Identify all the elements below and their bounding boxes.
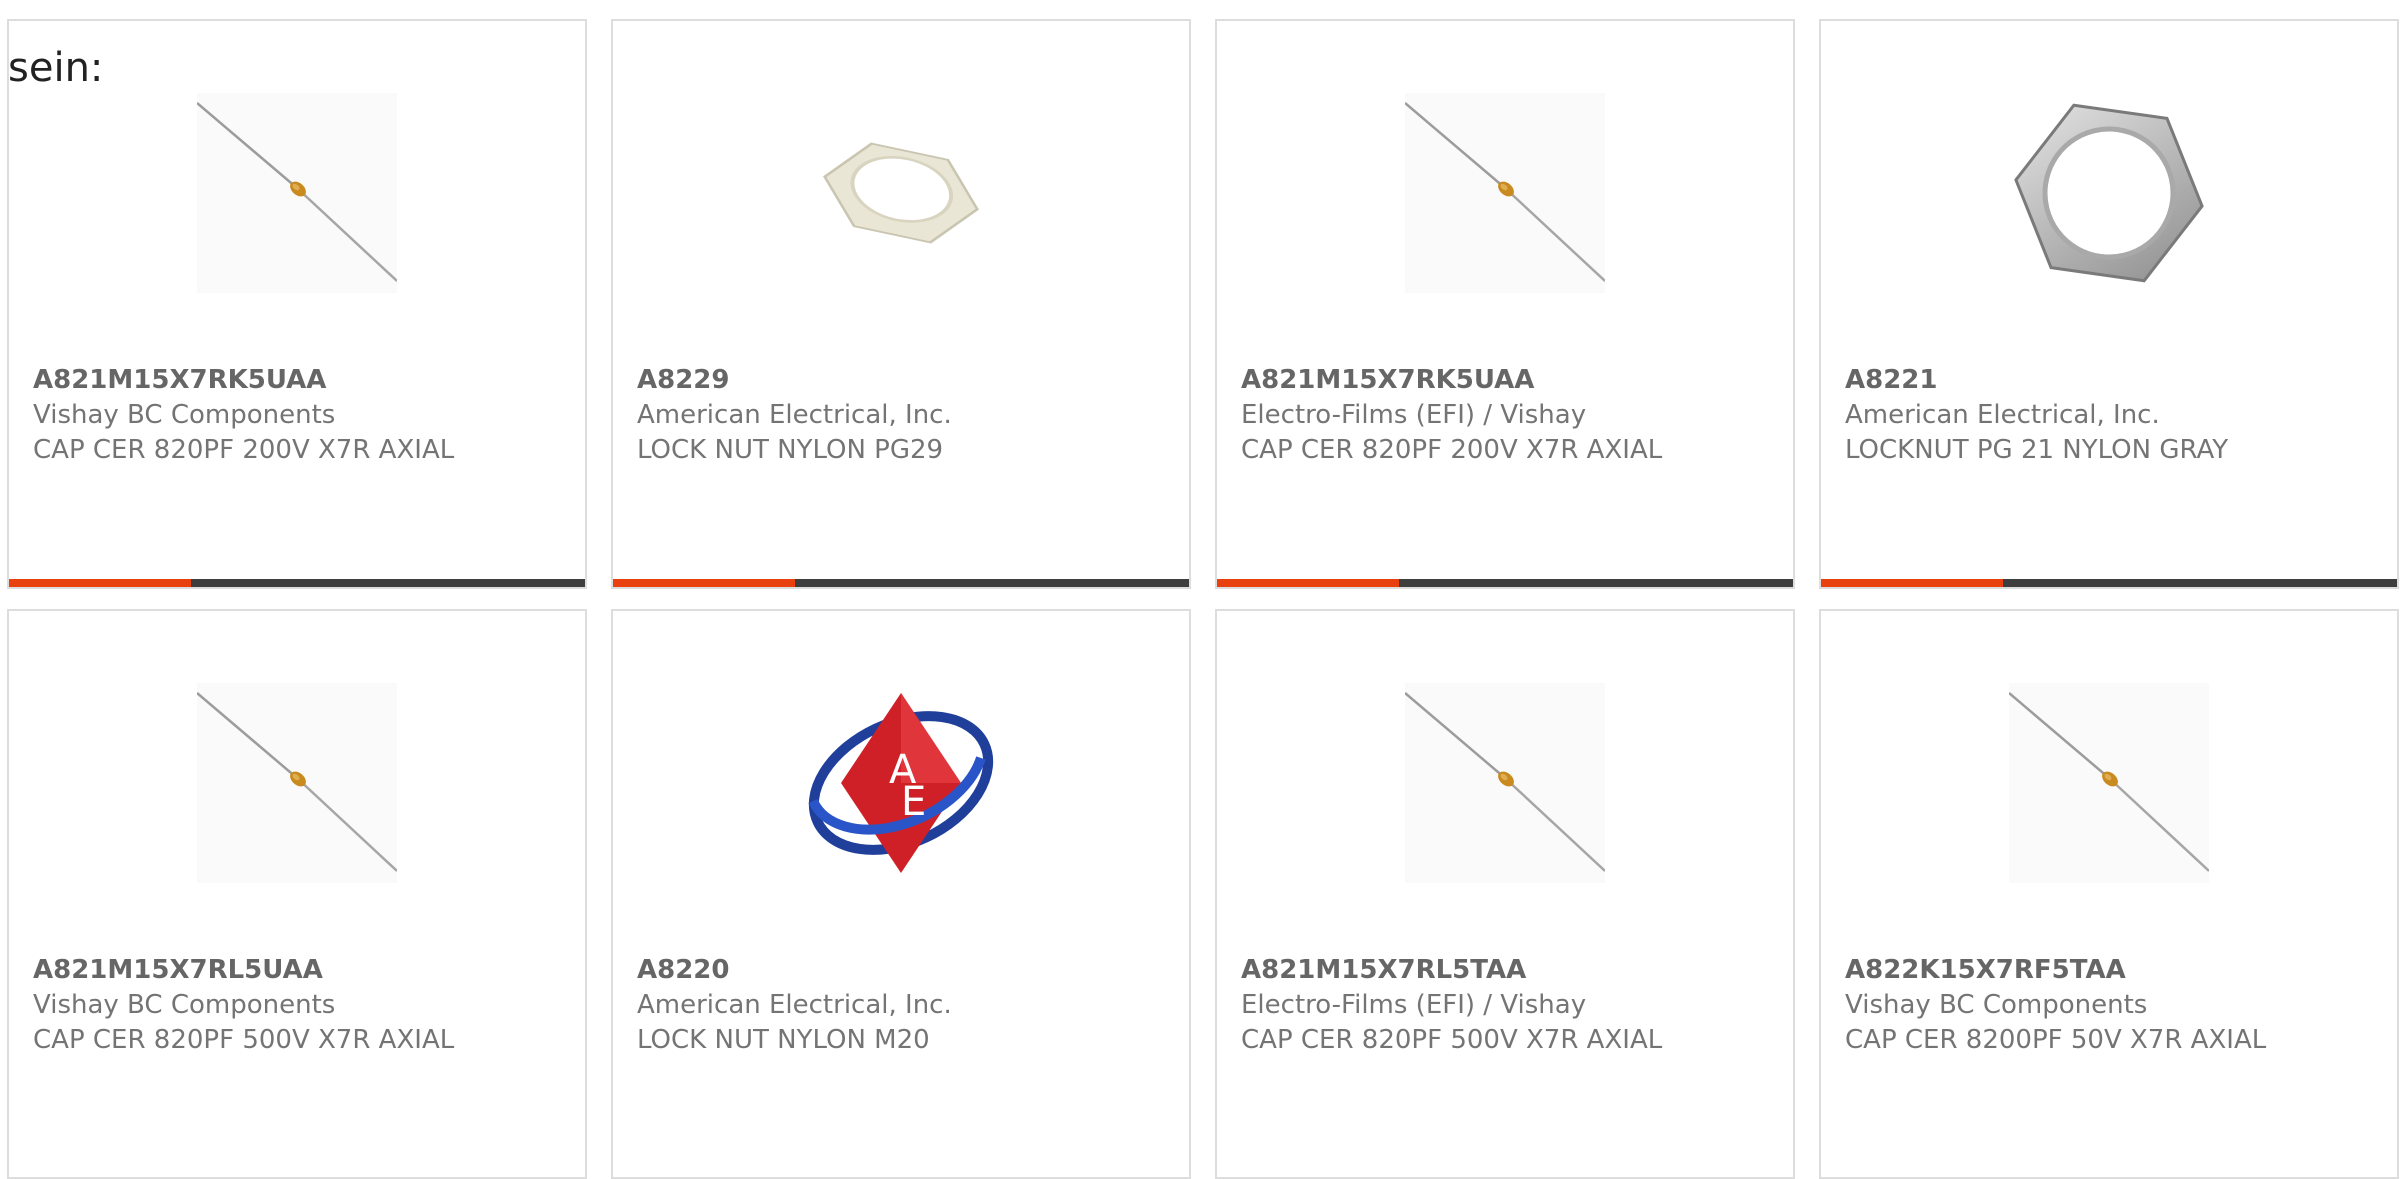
card-accent-bar <box>1821 579 2003 587</box>
product-info: A821M15X7RK5UAA Vishay BC Components CAP… <box>33 363 569 468</box>
product-image[interactable] <box>197 93 397 293</box>
intro-text: sein: <box>8 45 104 91</box>
description: CAP CER 820PF 200V X7R AXIAL <box>1241 435 1663 465</box>
card-footer-bar <box>613 579 1189 587</box>
product-card[interactable]: A821M15X7RL5UAA Vishay BC Components CAP… <box>7 609 587 1179</box>
part-number[interactable]: A8220 <box>637 953 1173 988</box>
card-accent-bar <box>613 579 795 587</box>
product-info: A822K15X7RF5TAA Vishay BC Components CAP… <box>1845 953 2381 1058</box>
description: LOCK NUT NYLON PG29 <box>637 435 944 465</box>
product-image[interactable] <box>197 683 397 883</box>
product-card[interactable]: A821M15X7RK5UAA Vishay BC Components CAP… <box>7 19 587 589</box>
product-card[interactable]: A8221 American Electrical, Inc. LOCKNUT … <box>1819 19 2399 589</box>
manufacturer: American Electrical, Inc. <box>1845 400 2160 430</box>
product-card[interactable]: A821M15X7RK5UAA Electro-Films (EFI) / Vi… <box>1215 19 1795 589</box>
svg-text:E: E <box>901 779 926 825</box>
manufacturer: Electro-Films (EFI) / Vishay <box>1241 990 1587 1020</box>
description: CAP CER 820PF 500V X7R AXIAL <box>33 1025 455 1055</box>
part-number[interactable]: A822K15X7RF5TAA <box>1845 953 2381 988</box>
part-number[interactable]: A821M15X7RL5TAA <box>1241 953 1777 988</box>
product-info: A821M15X7RL5TAA Electro-Films (EFI) / Vi… <box>1241 953 1777 1058</box>
description: CAP CER 8200PF 50V X7R AXIAL <box>1845 1025 2267 1055</box>
card-accent-bar <box>9 579 191 587</box>
card-footer-bar <box>9 579 585 587</box>
product-info: A821M15X7RL5UAA Vishay BC Components CAP… <box>33 953 569 1058</box>
description: LOCK NUT NYLON M20 <box>637 1025 930 1055</box>
part-number[interactable]: A8221 <box>1845 363 2381 398</box>
manufacturer: Vishay BC Components <box>33 400 336 430</box>
product-image[interactable] <box>1405 93 1605 293</box>
part-number[interactable]: A821M15X7RK5UAA <box>33 363 569 398</box>
manufacturer: American Electrical, Inc. <box>637 400 952 430</box>
product-info: A8229 American Electrical, Inc. LOCK NUT… <box>637 363 1173 468</box>
product-card[interactable]: AE A8220 American Electrical, Inc. LOCK … <box>611 609 1191 1179</box>
description: LOCKNUT PG 21 NYLON GRAY <box>1845 435 2229 465</box>
product-card[interactable]: A821M15X7RL5TAA Electro-Films (EFI) / Vi… <box>1215 609 1795 1179</box>
card-footer-bar <box>1821 579 2397 587</box>
product-image[interactable] <box>2009 683 2209 883</box>
manufacturer: Vishay BC Components <box>1845 990 2148 1020</box>
part-number[interactable]: A821M15X7RL5UAA <box>33 953 569 988</box>
part-number[interactable]: A8229 <box>637 363 1173 398</box>
product-card[interactable]: A822K15X7RF5TAA Vishay BC Components CAP… <box>1819 609 2399 1179</box>
manufacturer: American Electrical, Inc. <box>637 990 952 1020</box>
product-card[interactable]: A8229 American Electrical, Inc. LOCK NUT… <box>611 19 1191 589</box>
manufacturer: Vishay BC Components <box>33 990 336 1020</box>
product-image[interactable]: AE <box>801 683 1001 883</box>
manufacturer: Electro-Films (EFI) / Vishay <box>1241 400 1587 430</box>
card-footer-bar <box>1217 579 1793 587</box>
product-info: A821M15X7RK5UAA Electro-Films (EFI) / Vi… <box>1241 363 1777 468</box>
product-info: A8220 American Electrical, Inc. LOCK NUT… <box>637 953 1173 1058</box>
product-grid: A821M15X7RK5UAA Vishay BC Components CAP… <box>7 19 2399 1179</box>
description: CAP CER 820PF 200V X7R AXIAL <box>33 435 455 465</box>
card-accent-bar <box>1217 579 1399 587</box>
product-image[interactable] <box>1405 683 1605 883</box>
part-number[interactable]: A821M15X7RK5UAA <box>1241 363 1777 398</box>
product-image[interactable] <box>2009 93 2209 293</box>
product-image[interactable] <box>801 93 1001 293</box>
product-info: A8221 American Electrical, Inc. LOCKNUT … <box>1845 363 2381 468</box>
description: CAP CER 820PF 500V X7R AXIAL <box>1241 1025 1663 1055</box>
